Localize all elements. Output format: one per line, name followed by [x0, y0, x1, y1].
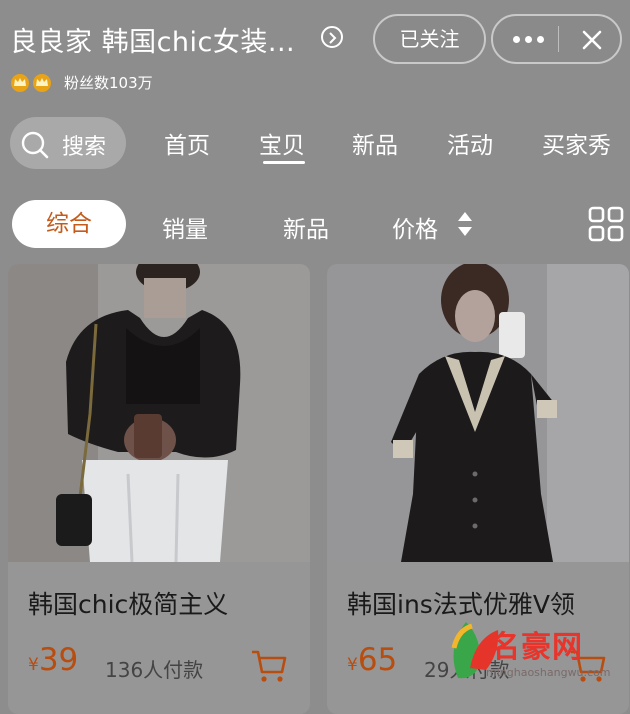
product-price: ¥39	[28, 642, 78, 678]
product-price: ¥65	[347, 642, 397, 678]
tab-events[interactable]: 活动	[447, 126, 493, 160]
chevron-right-circle-icon[interactable]	[321, 26, 343, 48]
sort-arrows-icon[interactable]	[456, 210, 474, 238]
watermark-text: 名豪网	[490, 630, 583, 665]
search-label: 搜索	[62, 135, 107, 160]
sort-new[interactable]: 新品	[283, 210, 329, 244]
sort-sales[interactable]: 销量	[162, 210, 208, 244]
active-tab-indicator	[263, 161, 305, 164]
product-card[interactable]: 韩国chic极简主义 ¥39 136人付款	[8, 264, 310, 714]
product-info: 韩国chic极简主义 ¥39 136人付款	[8, 562, 310, 714]
sold-count: 136人付款	[105, 658, 204, 682]
tab-products[interactable]: 宝贝	[259, 126, 305, 160]
product-title[interactable]: 韩国chic极简主义	[28, 585, 228, 621]
grid-view-icon[interactable]	[588, 206, 624, 242]
product-image[interactable]	[8, 264, 310, 562]
shop-level-badges	[10, 72, 52, 92]
product-image[interactable]	[327, 264, 629, 562]
crown-icon	[33, 74, 51, 92]
shop-header: 良良家 韩国chic女装... 粉丝数103万 已关注	[0, 0, 630, 110]
tab-buyer-show[interactable]: 买家秀	[542, 126, 611, 160]
fans-count: 粉丝数103万	[64, 74, 153, 92]
watermark-url: minghaoshangwu.com	[486, 666, 611, 679]
close-icon[interactable]	[580, 28, 604, 52]
price-value: 39	[38, 642, 79, 678]
sort-price[interactable]: 价格	[392, 210, 438, 244]
crown-icon	[11, 74, 29, 92]
mini-program-capsule	[491, 14, 622, 64]
tab-new[interactable]: 新品	[352, 126, 398, 160]
shop-name[interactable]: 良良家 韩国chic女装...	[10, 20, 295, 59]
capsule-divider	[558, 26, 559, 52]
follow-button[interactable]: 已关注	[373, 14, 486, 64]
price-value: 65	[357, 642, 398, 678]
search-button[interactable]: 搜索	[10, 117, 126, 169]
tab-home[interactable]: 首页	[164, 126, 210, 160]
currency-symbol: ¥	[28, 655, 39, 675]
sort-comprehensive[interactable]: 综合	[12, 200, 126, 248]
cart-icon[interactable]	[250, 648, 288, 684]
search-icon	[21, 131, 49, 159]
more-icon[interactable]	[513, 36, 544, 43]
currency-symbol: ¥	[347, 655, 358, 675]
